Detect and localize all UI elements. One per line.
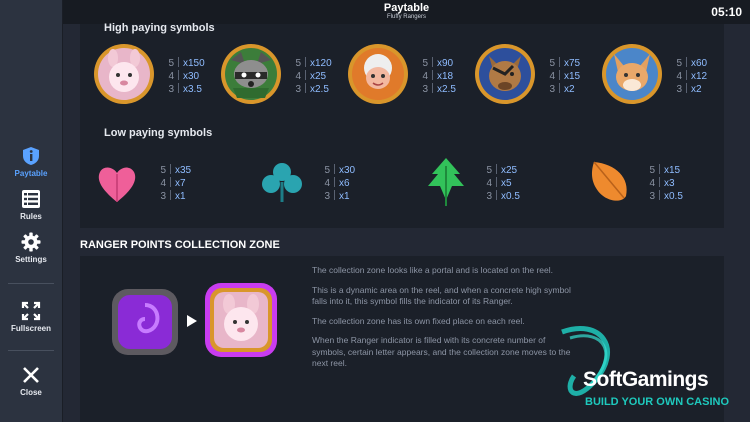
sidebar-item-label: Close xyxy=(20,388,42,397)
monkey-symbol-icon xyxy=(348,44,408,104)
gear-icon xyxy=(21,232,41,252)
sheep-pays: 5 x150 4 x30 3 x3.5 xyxy=(168,57,205,95)
collection-zone-description: The collection zone looks like a portal … xyxy=(312,265,580,378)
sidebar-item-label: Rules xyxy=(20,212,42,221)
wolf-pays: 5 x75 4 x15 3 x2 xyxy=(549,57,581,95)
sidebar: Paytable Rules Settings Fullscreen Close xyxy=(0,0,63,422)
sheep-symbol-icon xyxy=(94,44,154,104)
sidebar-item-close[interactable]: Close xyxy=(0,365,62,397)
pink-leaf-pays: 5 x35 4 x7 3 x1 xyxy=(160,164,192,202)
high-symbols-heading: High paying symbols xyxy=(104,22,215,34)
raccoon-pays: 5 x120 4 x25 3 x2.5 xyxy=(295,57,332,95)
sidebar-item-settings[interactable]: Settings xyxy=(0,232,62,264)
low-symbols-heading: Low paying symbols xyxy=(104,127,213,139)
game-name: Fluffy Rangers xyxy=(387,14,426,20)
wolf-symbol-icon xyxy=(475,44,535,104)
teal-leaf-icon xyxy=(262,163,302,202)
close-icon xyxy=(23,367,39,383)
portal-icon xyxy=(112,289,178,355)
top-bar: Paytable Fluffy Rangers 05:10 xyxy=(63,0,750,24)
teal-leaf-pays: 5 x30 4 x6 3 x1 xyxy=(324,164,356,202)
info-shield-icon xyxy=(23,147,39,165)
sheep-in-portal-icon xyxy=(205,283,277,357)
monkey-pays: 5 x90 4 x18 3 x2.5 xyxy=(422,57,456,95)
sidebar-divider xyxy=(8,283,54,284)
description-paragraph: When the Ranger indicator is filled with… xyxy=(312,335,571,368)
green-leaf-pays: 5 x25 4 x5 3 x0.5 xyxy=(486,164,520,202)
green-leaf-icon xyxy=(428,158,464,206)
description-paragraph: The collection zone has its own fixed pl… xyxy=(312,315,525,326)
orange-leaf-icon xyxy=(592,161,627,201)
collection-zone-heading: RANGER POINTS COLLECTION ZONE xyxy=(80,239,280,251)
clock: 05:10 xyxy=(711,5,742,19)
description-paragraph: The collection zone looks like a portal … xyxy=(312,265,553,275)
sidebar-item-label: Paytable xyxy=(14,169,48,178)
watermark-tagline: BUILD YOUR OWN CASINO xyxy=(585,396,730,408)
fox-pays: 5 x60 4 x12 3 x2 xyxy=(676,57,708,95)
fullscreen-icon xyxy=(21,301,41,321)
sidebar-item-rules[interactable]: Rules xyxy=(0,189,62,221)
sidebar-item-fullscreen[interactable]: Fullscreen xyxy=(0,301,62,333)
raccoon-symbol-icon xyxy=(221,44,281,104)
fox-symbol-icon xyxy=(602,44,662,104)
sidebar-divider xyxy=(8,350,54,351)
page-title: Paytable xyxy=(383,2,430,14)
watermark-brand: SoftGamings xyxy=(583,368,709,391)
arrow-right-icon xyxy=(187,315,197,327)
sidebar-item-paytable[interactable]: Paytable xyxy=(0,146,62,178)
description-paragraph: This is a dynamic area on the reel, and … xyxy=(312,284,571,307)
sidebar-item-label: Fullscreen xyxy=(10,324,51,333)
sidebar-item-label: Settings xyxy=(15,255,47,264)
pink-leaf-icon xyxy=(98,167,136,202)
orange-leaf-pays: 5 x15 4 x3 3 x0.5 xyxy=(649,164,683,202)
list-icon xyxy=(22,190,40,208)
